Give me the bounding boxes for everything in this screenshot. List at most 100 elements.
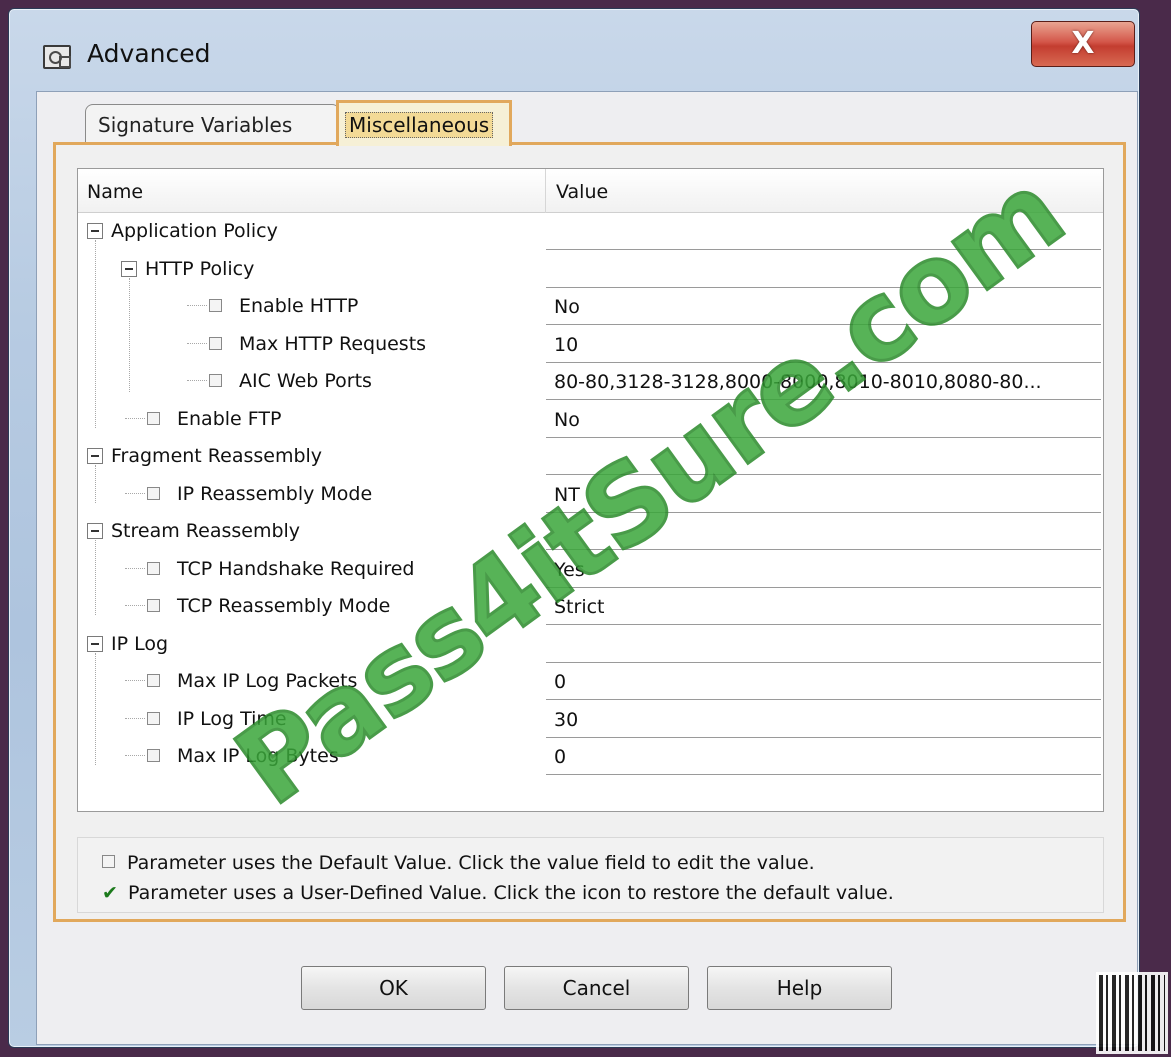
tree-guide xyxy=(95,652,96,765)
value-cell[interactable]: 30 xyxy=(546,701,1101,738)
tree-guide xyxy=(95,465,96,503)
table-row[interactable]: AIC Web Ports 80-80,3128-3128,8000-8000,8… xyxy=(78,363,1103,400)
parameter-label: Enable HTTP xyxy=(239,295,359,317)
tree-connector xyxy=(125,755,145,756)
legend-default-text: Parameter uses the Default Value. Click … xyxy=(127,852,815,874)
group-label: Fragment Reassembly xyxy=(111,445,323,467)
table-row[interactable]: Enable FTP No xyxy=(78,401,1103,438)
default-value-icon[interactable] xyxy=(209,299,222,312)
checkmark-icon: ✔ xyxy=(102,882,118,904)
collapse-minus-icon[interactable] xyxy=(121,260,137,277)
tree-connector xyxy=(187,342,207,344)
value-text: NT xyxy=(554,483,580,506)
qr-code-icon xyxy=(1096,972,1168,1054)
value-text: Yes xyxy=(554,558,585,581)
table-row[interactable]: IP Reassembly Mode NT xyxy=(78,476,1103,513)
tree-connector xyxy=(125,492,145,494)
grid-header: Name Value xyxy=(78,169,1103,213)
value-cell[interactable] xyxy=(546,626,1101,663)
default-value-icon[interactable] xyxy=(209,374,222,387)
parameter-label: Max HTTP Requests xyxy=(239,332,427,355)
group-label: Application Policy xyxy=(111,220,278,242)
value-cell[interactable] xyxy=(546,251,1101,288)
column-header-name[interactable]: Name xyxy=(87,181,143,203)
value-cell[interactable] xyxy=(546,513,1101,550)
value-cell[interactable] xyxy=(546,438,1101,475)
value-cell[interactable]: 0 xyxy=(546,663,1101,700)
value-text: 10 xyxy=(554,333,579,356)
value-cell[interactable]: Strict xyxy=(546,588,1101,625)
cancel-button[interactable]: Cancel xyxy=(504,966,689,1010)
table-row[interactable]: TCP Reassembly Mode Strict xyxy=(78,588,1103,625)
value-cell[interactable]: 80-80,3128-3128,8000-8000,8010-8010,8080… xyxy=(546,363,1101,400)
tree-connector xyxy=(187,380,207,381)
value-text: No xyxy=(554,296,580,318)
value-cell[interactable] xyxy=(546,213,1101,250)
parameter-label: Max IP Log Bytes xyxy=(177,745,339,767)
advanced-dialog: Advanced X Signature Variables Name Valu… xyxy=(8,8,1140,1048)
tree-connector xyxy=(125,680,145,681)
column-header-value[interactable]: Value xyxy=(556,181,608,203)
default-value-icon[interactable] xyxy=(147,674,160,687)
ok-button[interactable]: OK xyxy=(301,966,486,1010)
tree-guide xyxy=(95,540,96,615)
legend: Parameter uses the Default Value. Click … xyxy=(77,837,1104,913)
parameter-label: IP Reassembly Mode xyxy=(177,482,373,505)
table-row[interactable]: Stream Reassembly xyxy=(78,513,1103,550)
default-value-icon[interactable] xyxy=(147,711,160,725)
default-value-icon[interactable] xyxy=(147,561,160,575)
advanced-settings-icon xyxy=(43,45,71,69)
value-text: 0 xyxy=(554,671,567,693)
default-value-icon[interactable] xyxy=(147,749,160,762)
collapse-minus-icon[interactable] xyxy=(87,223,103,239)
group-label: Stream Reassembly xyxy=(111,520,301,542)
collapse-minus-icon[interactable] xyxy=(87,448,103,464)
parameter-label: Max IP Log Packets xyxy=(177,670,358,692)
table-row[interactable]: IP Log xyxy=(78,626,1103,663)
collapse-minus-icon[interactable] xyxy=(87,523,103,539)
tab-miscellaneous[interactable]: Miscellaneous xyxy=(336,100,512,146)
dialog-title: Advanced xyxy=(87,39,211,68)
default-value-icon xyxy=(102,855,115,868)
table-row[interactable]: Max HTTP Requests 10 xyxy=(78,326,1103,363)
table-row[interactable]: Enable HTTP No xyxy=(78,288,1103,325)
group-label: HTTP Policy xyxy=(145,257,255,280)
parameters-grid: Name Value Application Policy HTTP Policy… xyxy=(77,168,1104,812)
table-row[interactable]: TCP Handshake Required Yes xyxy=(78,551,1103,588)
legend-user-defined: ✔ Parameter uses a User-Defined Value. Cl… xyxy=(102,882,894,904)
column-divider[interactable] xyxy=(545,169,546,213)
value-text: 80-80,3128-3128,8000-8000,8010-8010,8080… xyxy=(554,371,1042,393)
table-row[interactable]: Max IP Log Bytes 0 xyxy=(78,738,1103,775)
value-cell[interactable]: 10 xyxy=(546,326,1101,363)
default-value-icon[interactable] xyxy=(147,486,160,500)
help-button[interactable]: Help xyxy=(707,966,892,1010)
tab-signature-variables[interactable]: Signature Variables xyxy=(85,104,340,144)
tree-connector xyxy=(125,567,145,569)
group-label: IP Log xyxy=(111,632,169,655)
tab-label: Signature Variables xyxy=(98,113,293,137)
tree-guide xyxy=(129,277,130,392)
table-row[interactable]: Fragment Reassembly xyxy=(78,438,1103,475)
value-cell[interactable]: No xyxy=(546,288,1101,325)
parameter-label: TCP Handshake Required xyxy=(177,557,415,580)
table-row[interactable]: HTTP Policy xyxy=(78,251,1103,288)
parameter-label: AIC Web Ports xyxy=(239,370,372,392)
default-value-icon[interactable] xyxy=(147,599,160,612)
value-cell[interactable]: Yes xyxy=(546,551,1101,588)
tree-connector xyxy=(187,305,207,306)
value-cell[interactable]: 0 xyxy=(546,738,1101,775)
value-cell[interactable]: No xyxy=(546,401,1101,438)
tree-guide xyxy=(95,240,96,428)
parameter-label: Enable FTP xyxy=(177,407,282,430)
table-row[interactable]: IP Log Time 30 xyxy=(78,701,1103,738)
table-row[interactable]: Application Policy xyxy=(78,213,1103,250)
default-value-icon[interactable] xyxy=(209,336,222,350)
table-row[interactable]: Max IP Log Packets 0 xyxy=(78,663,1103,700)
close-button[interactable]: X xyxy=(1031,21,1135,67)
default-value-icon[interactable] xyxy=(147,411,160,425)
tree-connector xyxy=(125,417,145,419)
value-text: Strict xyxy=(554,596,605,618)
title-bar[interactable]: Advanced X xyxy=(9,9,1139,91)
value-cell[interactable]: NT xyxy=(546,476,1101,513)
collapse-minus-icon[interactable] xyxy=(87,635,103,652)
